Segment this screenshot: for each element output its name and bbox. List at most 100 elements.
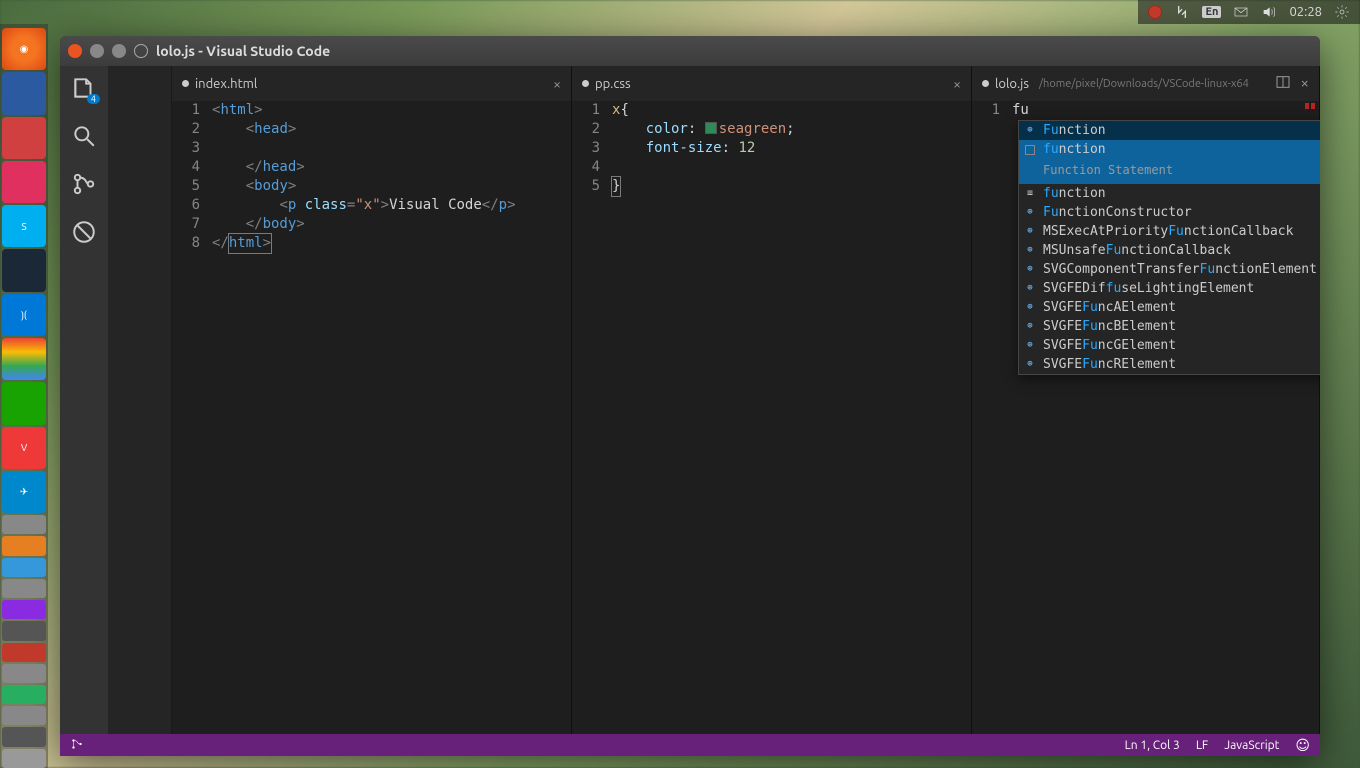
launcher-small-6[interactable] [2, 621, 46, 640]
launcher-app-3[interactable] [2, 161, 46, 203]
record-icon[interactable] [1148, 5, 1162, 19]
clock[interactable]: 02:28 [1289, 5, 1322, 19]
suggest-item[interactable]: ⊕ Function [1019, 121, 1320, 140]
launcher-vivaldi[interactable]: V [2, 427, 46, 469]
launcher-small-7[interactable] [2, 643, 46, 662]
suggest-item-selected[interactable]: function [1019, 140, 1320, 159]
keyboard-lang[interactable]: En [1202, 6, 1221, 18]
code-area[interactable]: x{ color: seagreen; font-size: 12 } [612, 101, 971, 734]
mail-icon[interactable] [1233, 4, 1249, 20]
variable-icon: ⊕ [1023, 225, 1037, 239]
launcher-small-11[interactable] [2, 727, 46, 746]
suggest-item[interactable]: ⊕ SVGFEFuncBElement [1019, 317, 1320, 336]
variable-icon: ⊕ [1023, 206, 1037, 220]
activity-debug[interactable] [70, 218, 98, 246]
activity-git[interactable] [70, 170, 98, 198]
tab-close-button[interactable]: × [553, 76, 561, 92]
editor-pane-1: index.html × 12345678 <html> <head> </he… [172, 66, 572, 734]
status-git-icon[interactable] [70, 737, 84, 754]
activity-bar [60, 66, 108, 734]
editor-2[interactable]: 12345 x{ color: seagreen; font-size: 12 … [572, 101, 971, 734]
suggest-item[interactable]: ⊕ MSUnsafeFunctionCallback [1019, 241, 1320, 260]
activity-search[interactable] [70, 122, 98, 150]
launcher-small-8[interactable] [2, 664, 46, 683]
window-titlebar[interactable]: lolo.js - Visual Studio Code [60, 36, 1320, 66]
editor-1[interactable]: 12345678 <html> <head> </head> <body> <p… [172, 101, 571, 734]
launcher-small-9[interactable] [2, 685, 46, 704]
launcher-app-2[interactable] [2, 117, 46, 159]
status-language[interactable]: JavaScript [1224, 739, 1279, 752]
launcher-small-12[interactable] [2, 749, 46, 768]
modified-dot-icon [982, 80, 989, 87]
tab-close-button[interactable]: × [953, 76, 961, 92]
gutter: 1 [972, 101, 1012, 734]
suggest-item[interactable]: ≡ function [1019, 184, 1320, 203]
error-overview-icon [1305, 103, 1317, 109]
volume-icon[interactable] [1261, 4, 1277, 20]
variable-icon: ⊕ [1023, 124, 1037, 138]
launcher-app-1[interactable] [2, 72, 46, 114]
suggest-item[interactable]: ⊕ FunctionConstructor [1019, 203, 1320, 222]
variable-icon: ⊕ [1023, 244, 1037, 258]
launcher-small-5[interactable] [2, 600, 46, 619]
gutter: 12345678 [172, 101, 212, 734]
editor-3[interactable]: 1 fu ⊕ Function [972, 101, 1319, 734]
split-editor-icon[interactable] [1275, 74, 1291, 93]
status-eol[interactable]: LF [1196, 739, 1208, 752]
keyword-icon: ≡ [1023, 187, 1037, 201]
suggest-item[interactable]: ⊕ SVGFEFuncRElement [1019, 355, 1320, 374]
launcher-dash[interactable]: ◉ [2, 28, 46, 70]
code-area[interactable]: fu ⊕ Function function [1012, 101, 1319, 734]
activity-explorer[interactable] [70, 74, 98, 102]
unity-launcher: ◉ S ⟯⟮ V ✈ [0, 24, 48, 768]
launcher-small-4[interactable] [2, 579, 46, 598]
suggest-item[interactable]: ⊕ MSExecAtPriorityFunctionCallback [1019, 222, 1320, 241]
snippet-icon [1023, 143, 1037, 157]
launcher-chrome[interactable] [2, 338, 46, 380]
launcher-small-10[interactable] [2, 706, 46, 725]
variable-icon: ⊕ [1023, 358, 1037, 372]
launcher-telegram[interactable]: ✈ [2, 471, 46, 513]
variable-icon: ⊕ [1023, 320, 1037, 334]
system-tray: En 02:28 [1138, 0, 1360, 24]
launcher-vscode[interactable]: ⟯⟮ [2, 294, 46, 336]
feedback-icon[interactable]: ☺ [1295, 737, 1310, 754]
suggest-item[interactable]: ⊕ SVGComponentTransferFunctionElement [1019, 260, 1320, 279]
status-position[interactable]: Ln 1, Col 3 [1125, 739, 1180, 752]
tab-path: /home/pixel/Downloads/VSCode-linux-x64 [1039, 78, 1249, 90]
tab-index-html[interactable]: index.html × [172, 66, 571, 101]
window-title: lolo.js - Visual Studio Code [156, 43, 330, 59]
variable-icon: ⊕ [1023, 301, 1037, 315]
variable-icon: ⊕ [1023, 282, 1037, 296]
modified-dot-icon [582, 80, 589, 87]
window-close-button[interactable] [68, 44, 82, 58]
tab-label: index.html [195, 77, 257, 91]
gear-icon[interactable] [1334, 4, 1350, 20]
suggest-item[interactable]: ⊕ SVGFEFuncGElement [1019, 336, 1320, 355]
modified-dot-icon [182, 80, 189, 87]
window-minimize-button[interactable] [90, 44, 104, 58]
app-icon [134, 44, 148, 58]
tab-pp-css[interactable]: pp.css × [572, 66, 971, 101]
launcher-small-2[interactable] [2, 536, 46, 555]
tab-label: pp.css [595, 77, 631, 91]
window-maximize-button[interactable] [112, 44, 126, 58]
editor-pane-2: pp.css × 12345 x{ color: seagreen; font-… [572, 66, 972, 734]
status-bar: Ln 1, Col 3 LF JavaScript ☺ [60, 734, 1320, 756]
code-area[interactable]: <html> <head> </head> <body> <p class="x… [212, 101, 571, 734]
suggest-widget[interactable]: ⊕ Function function Function Statement ≡… [1018, 120, 1320, 375]
launcher-small-3[interactable] [2, 558, 46, 577]
launcher-small-1[interactable] [2, 515, 46, 534]
tab-close-button[interactable]: × [1301, 74, 1309, 93]
launcher-steam[interactable] [2, 249, 46, 291]
launcher-skype[interactable]: S [2, 205, 46, 247]
network-icon[interactable] [1174, 4, 1190, 20]
tab-lolo-js[interactable]: lolo.js /home/pixel/Downloads/VSCode-lin… [972, 66, 1319, 101]
suggest-item[interactable]: ⊕ SVGFEDiffuseLightingElement [1019, 279, 1320, 298]
launcher-app-6[interactable] [2, 382, 46, 424]
variable-icon: ⊕ [1023, 263, 1037, 277]
editor-group: index.html × 12345678 <html> <head> </he… [172, 66, 1320, 734]
color-swatch-icon [705, 122, 717, 134]
suggest-item[interactable]: ⊕ SVGFEFuncAElement [1019, 298, 1320, 317]
variable-icon: ⊕ [1023, 339, 1037, 353]
